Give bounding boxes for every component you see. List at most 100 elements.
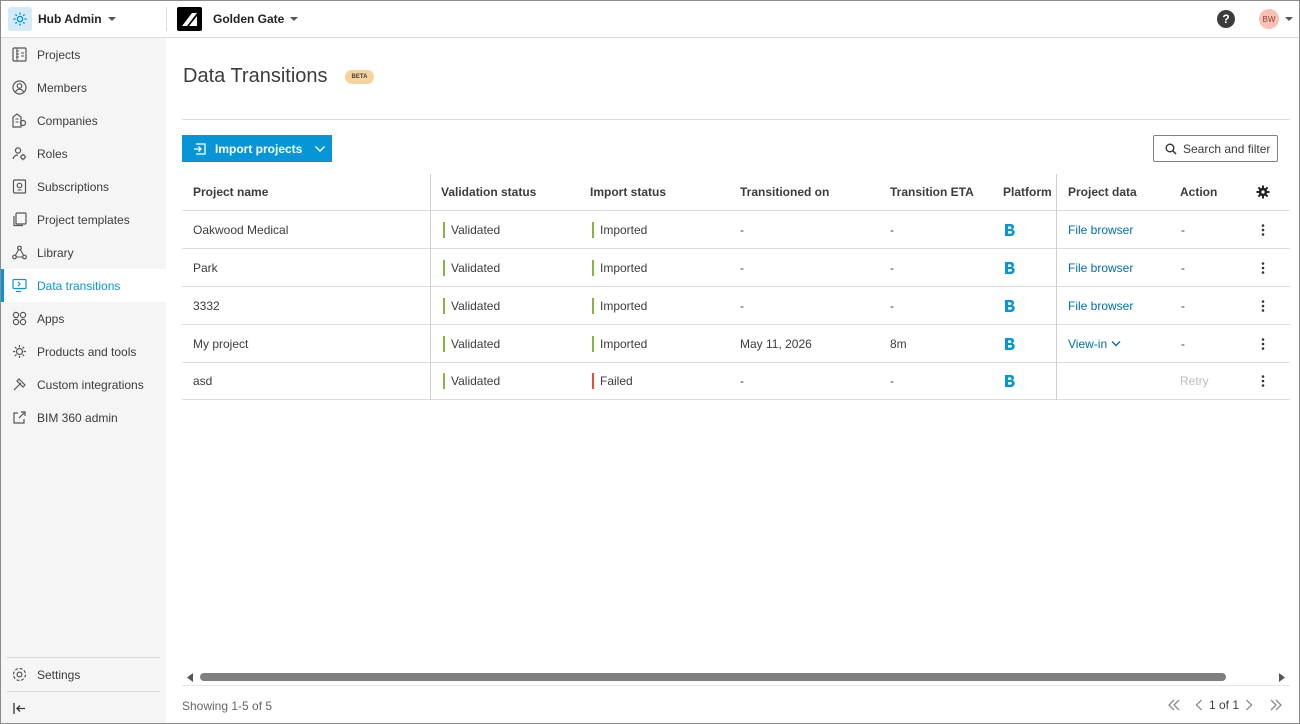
sidebar-item-label: Settings bbox=[37, 667, 81, 682]
sidebar-item-custom-integrations[interactable]: Custom integrations bbox=[1, 368, 166, 401]
table-row[interactable]: 3332 Validated Imported - - File browser… bbox=[182, 287, 1290, 325]
sidebar-item-label: Project templates bbox=[37, 212, 130, 227]
file-browser-link[interactable]: File browser bbox=[1068, 211, 1133, 248]
chevron-down-icon bbox=[314, 145, 326, 153]
column-header-platform[interactable]: Platform bbox=[1003, 174, 1052, 210]
project-switcher[interactable]: Golden Gate bbox=[177, 7, 299, 31]
transition-eta: - bbox=[890, 260, 894, 275]
import-status: Imported bbox=[592, 249, 647, 286]
next-page-icon[interactable] bbox=[1245, 699, 1253, 711]
table-row[interactable]: asd Validated Failed - - Retry bbox=[182, 363, 1290, 400]
hub-switcher[interactable]: Hub Admin bbox=[1, 1, 166, 37]
column-header-project-name[interactable]: Project name bbox=[193, 174, 268, 210]
first-page-icon[interactable] bbox=[1167, 699, 1181, 711]
sidebar-item-label: Custom integrations bbox=[37, 377, 144, 392]
avatar: BW bbox=[1259, 9, 1279, 29]
column-header-import-status[interactable]: Import status bbox=[590, 174, 666, 210]
project-name: 3332 bbox=[193, 298, 220, 313]
column-header-validation-status[interactable]: Validation status bbox=[441, 174, 536, 210]
project-name: Oakwood Medical bbox=[193, 222, 289, 237]
chevron-down-icon bbox=[1111, 341, 1121, 347]
sidebar-item-library[interactable]: Library bbox=[1, 236, 166, 269]
page-title: Data Transitions bbox=[183, 65, 328, 87]
action-value: - bbox=[1181, 336, 1185, 351]
import-status: Imported bbox=[592, 287, 647, 324]
transitioned-on: - bbox=[740, 260, 744, 275]
project-name: asd bbox=[193, 374, 213, 388]
chevron-down-icon bbox=[290, 17, 299, 21]
more-options-icon[interactable] bbox=[1256, 287, 1270, 324]
more-options-icon[interactable] bbox=[1256, 325, 1270, 362]
sidebar-item-label: Products and tools bbox=[37, 344, 137, 359]
scroll-right-icon[interactable] bbox=[1278, 673, 1286, 682]
validation-status: Validated bbox=[443, 325, 500, 362]
collapse-icon bbox=[11, 701, 27, 717]
collapse-sidebar-button[interactable] bbox=[1, 692, 166, 724]
sidebar-item-subscriptions[interactable]: Subscriptions bbox=[1, 170, 166, 203]
transition-eta: - bbox=[890, 222, 894, 237]
sidebar-item-members[interactable]: Members bbox=[1, 71, 166, 104]
user-menu[interactable]: BW bbox=[1259, 9, 1293, 29]
sidebar-item-label: Apps bbox=[37, 311, 65, 326]
data-transitions-icon bbox=[11, 278, 27, 294]
horizontal-scrollbar[interactable] bbox=[182, 670, 1290, 684]
search-and-filter-button[interactable]: Search and filter bbox=[1153, 135, 1278, 162]
project-name: Park bbox=[193, 260, 218, 275]
column-header-transition-eta[interactable]: Transition ETA bbox=[890, 174, 974, 210]
divider bbox=[182, 119, 1290, 120]
hub-label: Hub Admin bbox=[38, 12, 102, 26]
scrollbar-thumb[interactable] bbox=[200, 673, 1226, 681]
sidebar-item-label: Subscriptions bbox=[37, 179, 110, 194]
divider bbox=[166, 7, 167, 31]
sidebar-item-data-transitions[interactable]: Data transitions bbox=[1, 269, 166, 302]
file-browser-link[interactable]: File browser bbox=[1068, 249, 1133, 286]
more-options-icon[interactable] bbox=[1256, 363, 1270, 399]
divider bbox=[182, 685, 1290, 686]
sidebar-item-roles[interactable]: Roles bbox=[1, 137, 166, 170]
previous-page-icon[interactable] bbox=[1195, 699, 1203, 711]
search-and-filter-label: Search and filter bbox=[1183, 141, 1271, 156]
project-label: Golden Gate bbox=[213, 12, 285, 26]
table-row[interactable]: My project Validated Imported May 11, 20… bbox=[182, 325, 1290, 363]
table-header: Project name Validation status Import st… bbox=[182, 174, 1290, 211]
column-settings-gear-icon[interactable] bbox=[1256, 174, 1270, 210]
import-projects-button[interactable]: Import projects bbox=[182, 135, 332, 162]
bim360-platform-icon bbox=[1004, 249, 1016, 286]
more-options-icon[interactable] bbox=[1256, 249, 1270, 286]
table-row[interactable]: Oakwood Medical Validated Imported - - F… bbox=[182, 211, 1290, 249]
sidebar-item-project-templates[interactable]: Project templates bbox=[1, 203, 166, 236]
building-icon bbox=[11, 47, 27, 63]
file-browser-link[interactable]: File browser bbox=[1068, 287, 1133, 324]
search-icon bbox=[1165, 143, 1177, 155]
import-icon bbox=[193, 142, 207, 156]
showing-count: Showing 1-5 of 5 bbox=[182, 699, 273, 713]
integrations-icon bbox=[11, 377, 27, 393]
sidebar-item-companies[interactable]: Companies bbox=[1, 104, 166, 137]
pagination: 1 of 1 bbox=[1167, 697, 1283, 713]
column-header-project-data[interactable]: Project data bbox=[1068, 174, 1137, 210]
bim360-platform-icon bbox=[1004, 325, 1016, 362]
retry-button[interactable]: Retry bbox=[1180, 363, 1209, 399]
more-options-icon[interactable] bbox=[1256, 211, 1270, 248]
sidebar-item-settings[interactable]: Settings bbox=[1, 658, 166, 691]
transition-eta: 8m bbox=[890, 336, 907, 351]
action-value: - bbox=[1181, 298, 1185, 313]
help-icon[interactable]: ? bbox=[1217, 10, 1235, 28]
column-divider bbox=[430, 174, 431, 400]
column-header-transitioned-on[interactable]: Transitioned on bbox=[740, 174, 829, 210]
view-in-dropdown[interactable]: View-in bbox=[1068, 325, 1121, 362]
import-status: Failed bbox=[592, 363, 633, 399]
bim360-platform-icon bbox=[1004, 211, 1016, 248]
scroll-left-icon[interactable] bbox=[186, 673, 194, 682]
sidebar-item-products-and-tools[interactable]: Products and tools bbox=[1, 335, 166, 368]
last-page-icon[interactable] bbox=[1269, 699, 1283, 711]
sidebar-item-apps[interactable]: Apps bbox=[1, 302, 166, 335]
action-value: - bbox=[1181, 222, 1185, 237]
table-row[interactable]: Park Validated Imported - - File browser… bbox=[182, 249, 1290, 287]
sidebar: Projects Members Companies Roles Subscri… bbox=[1, 38, 166, 723]
person-icon bbox=[11, 80, 27, 96]
sidebar-item-projects[interactable]: Projects bbox=[1, 38, 166, 71]
sidebar-item-bim-360-admin[interactable]: BIM 360 admin bbox=[1, 401, 166, 434]
company-icon bbox=[11, 113, 27, 129]
column-header-action[interactable]: Action bbox=[1180, 174, 1217, 210]
